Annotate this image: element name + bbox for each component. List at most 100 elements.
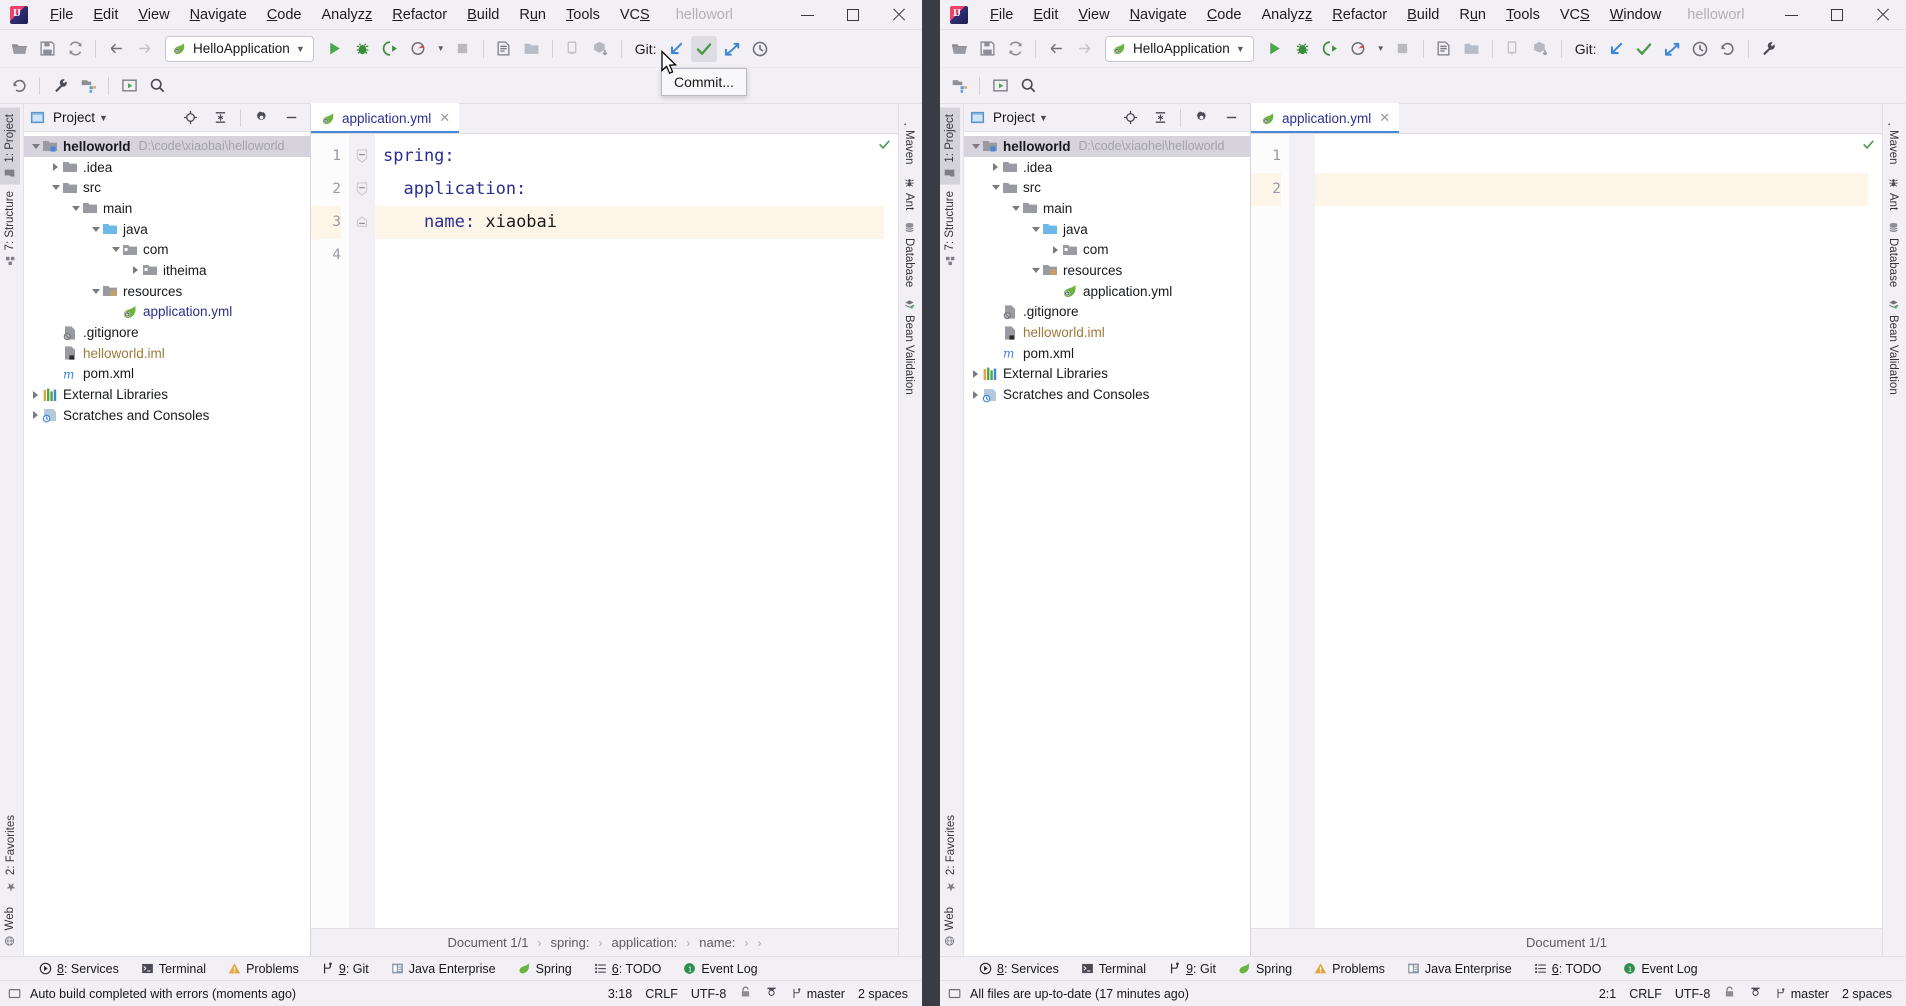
sync-gradle-icon[interactable] xyxy=(588,36,614,62)
indent-setting-left[interactable]: 2 spaces xyxy=(858,987,908,1001)
close-button-right[interactable] xyxy=(1860,0,1906,30)
menu-window[interactable]: Window xyxy=(1600,4,1672,26)
chevron-down-icon[interactable]: ▼ xyxy=(296,44,305,54)
search-everywhere-icon[interactable] xyxy=(144,73,170,99)
minimize-button-right[interactable] xyxy=(1768,0,1814,30)
twisty-down-icon[interactable] xyxy=(1009,202,1022,215)
toolwindow-button[interactable]: 1Event Log xyxy=(672,962,768,976)
menu-code[interactable]: Code xyxy=(1197,4,1252,26)
run-button-left[interactable] xyxy=(322,36,348,62)
code-text-right[interactable] xyxy=(1315,134,1868,928)
inspection-profile-icon[interactable] xyxy=(1749,985,1762,1002)
stripe-tab-bean-validation[interactable]: Bean Validation xyxy=(1883,293,1903,401)
menu-vcs[interactable]: VCS xyxy=(610,4,660,26)
twisty-down-icon[interactable] xyxy=(89,223,102,236)
close-button-left[interactable] xyxy=(876,0,922,30)
fold-marker[interactable] xyxy=(349,173,375,206)
code-editor-left[interactable]: 1234 spring: application: name: xiaobai xyxy=(311,134,898,928)
twisty-right-icon[interactable] xyxy=(969,367,982,380)
run-configuration-selector-left[interactable]: HelloApplication ▼ xyxy=(165,36,314,62)
collapse-all-icon[interactable] xyxy=(207,105,233,131)
editor-tab-application-yml-right[interactable]: application.yml ✕ xyxy=(1251,103,1399,133)
menu-build[interactable]: Build xyxy=(457,4,509,26)
menu-analyze[interactable]: Analyzz xyxy=(1252,4,1323,26)
git-update-project-icon[interactable] xyxy=(663,36,689,62)
toolwindow-button[interactable]: Spring xyxy=(507,962,583,976)
indent-setting-right[interactable]: 2 spaces xyxy=(1842,987,1892,1001)
device-manager-icon[interactable] xyxy=(560,36,586,62)
twisty-right-icon[interactable] xyxy=(969,388,982,401)
tree-row[interactable]: .idea xyxy=(964,157,1250,178)
run-with-coverage-icon[interactable] xyxy=(378,36,404,62)
tree-row[interactable]: Scratches and Consoles xyxy=(964,384,1250,405)
chevron-down-icon[interactable]: ▼ xyxy=(1236,44,1245,54)
tree-row[interactable]: Scratches and Consoles xyxy=(24,405,310,426)
tree-row-root-right[interactable]: helloworld D:\code\xiaohei\helloworld xyxy=(964,136,1250,157)
twisty-down-icon[interactable] xyxy=(49,181,62,194)
toolwindow-button[interactable]: Java Enterprise xyxy=(380,962,507,976)
breadcrumb-bar-right[interactable]: Document 1/1 xyxy=(1251,928,1882,956)
profiler-dropdown-icon[interactable]: ▼ xyxy=(1374,36,1388,62)
debug-button-left[interactable] xyxy=(350,36,376,62)
project-tree-right[interactable]: helloworld D:\code\xiaohei\helloworld .i… xyxy=(964,132,1250,956)
project-settings-gear-icon[interactable] xyxy=(248,105,274,131)
breadcrumb-item[interactable]: Document 1/1 xyxy=(448,935,529,950)
sync-refresh-icon[interactable] xyxy=(62,36,88,62)
menu-analyze[interactable]: Analyzz xyxy=(312,4,383,26)
git-branch-status-left[interactable]: master xyxy=(791,987,845,1001)
search-everywhere-icon[interactable] xyxy=(1015,73,1041,99)
menu-tools[interactable]: Tools xyxy=(556,4,610,26)
toolwindow-button[interactable]: 9: Git xyxy=(310,962,380,976)
menu-vcs[interactable]: VCS xyxy=(1550,4,1600,26)
run-anything-icon[interactable] xyxy=(987,73,1013,99)
hide-panel-icon[interactable] xyxy=(278,105,304,131)
menu-refactor[interactable]: Refactor xyxy=(1322,4,1397,26)
tree-row[interactable]: java xyxy=(964,219,1250,240)
code-line[interactable]: application: xyxy=(375,173,884,206)
project-settings-gear-icon[interactable] xyxy=(1188,105,1214,131)
toolwindow-button[interactable]: Terminal xyxy=(1070,962,1157,976)
twisty-right-icon[interactable] xyxy=(29,409,42,422)
run-anything-icon[interactable] xyxy=(116,73,142,99)
scroll-from-source-icon[interactable] xyxy=(1117,105,1143,131)
sync-refresh-icon[interactable] xyxy=(1002,36,1028,62)
menu-run[interactable]: Run xyxy=(1449,4,1496,26)
caret-position-left[interactable]: 3:18 xyxy=(608,987,632,1001)
twisty-down-icon[interactable] xyxy=(89,285,102,298)
profiler-icon[interactable] xyxy=(406,36,432,62)
code-line[interactable] xyxy=(1315,173,1868,206)
menu-navigate[interactable]: Navigate xyxy=(1120,4,1197,26)
menu-tools[interactable]: Tools xyxy=(1496,4,1550,26)
tree-row[interactable]: mpom.xml xyxy=(24,364,310,385)
device-manager-icon[interactable] xyxy=(1500,36,1526,62)
menu-view[interactable]: View xyxy=(1068,4,1119,26)
stripe-tab-favorites-left[interactable]: ★ 2: Favorites xyxy=(0,809,22,900)
save-all-icon[interactable] xyxy=(974,36,1000,62)
debug-button-right[interactable] xyxy=(1290,36,1316,62)
twisty-down-icon[interactable] xyxy=(69,202,82,215)
toolwindow-button[interactable]: Spring xyxy=(1227,962,1303,976)
show-structure-icon[interactable] xyxy=(491,36,517,62)
open-folder-icon[interactable] xyxy=(519,36,545,62)
tree-row[interactable]: .gitignore xyxy=(24,322,310,343)
hide-panel-icon[interactable] xyxy=(1218,105,1244,131)
tree-row[interactable]: itheima xyxy=(24,260,310,281)
settings-wrench-icon[interactable] xyxy=(1756,36,1782,62)
menu-refactor[interactable]: Refactor xyxy=(382,4,457,26)
toolwindow-button[interactable]: Problems xyxy=(1303,962,1396,976)
menu-file[interactable]: File xyxy=(40,4,83,26)
breadcrumb-overflow[interactable]: › xyxy=(757,936,761,950)
stop-button-right[interactable] xyxy=(1390,36,1416,62)
open-project-icon[interactable] xyxy=(946,36,972,62)
fold-marker[interactable] xyxy=(349,140,375,173)
breadcrumb-bar-left[interactable]: Document 1/1›spring:›application:›name:›… xyxy=(311,928,898,956)
stripe-tab-database[interactable]: Database xyxy=(899,216,919,293)
code-line[interactable]: spring: xyxy=(375,140,884,173)
toolwindow-button[interactable]: 6: TODO xyxy=(583,962,673,976)
toolwindow-button[interactable]: Problems xyxy=(217,962,310,976)
stripe-tab-maven[interactable]: mMaven xyxy=(899,108,919,171)
tree-row[interactable]: helloworld.iml xyxy=(24,343,310,364)
editor-tab-application-yml-left[interactable]: application.yml ✕ xyxy=(311,103,459,133)
git-commit-icon[interactable] xyxy=(1631,36,1657,62)
collapse-all-icon[interactable] xyxy=(1147,105,1173,131)
